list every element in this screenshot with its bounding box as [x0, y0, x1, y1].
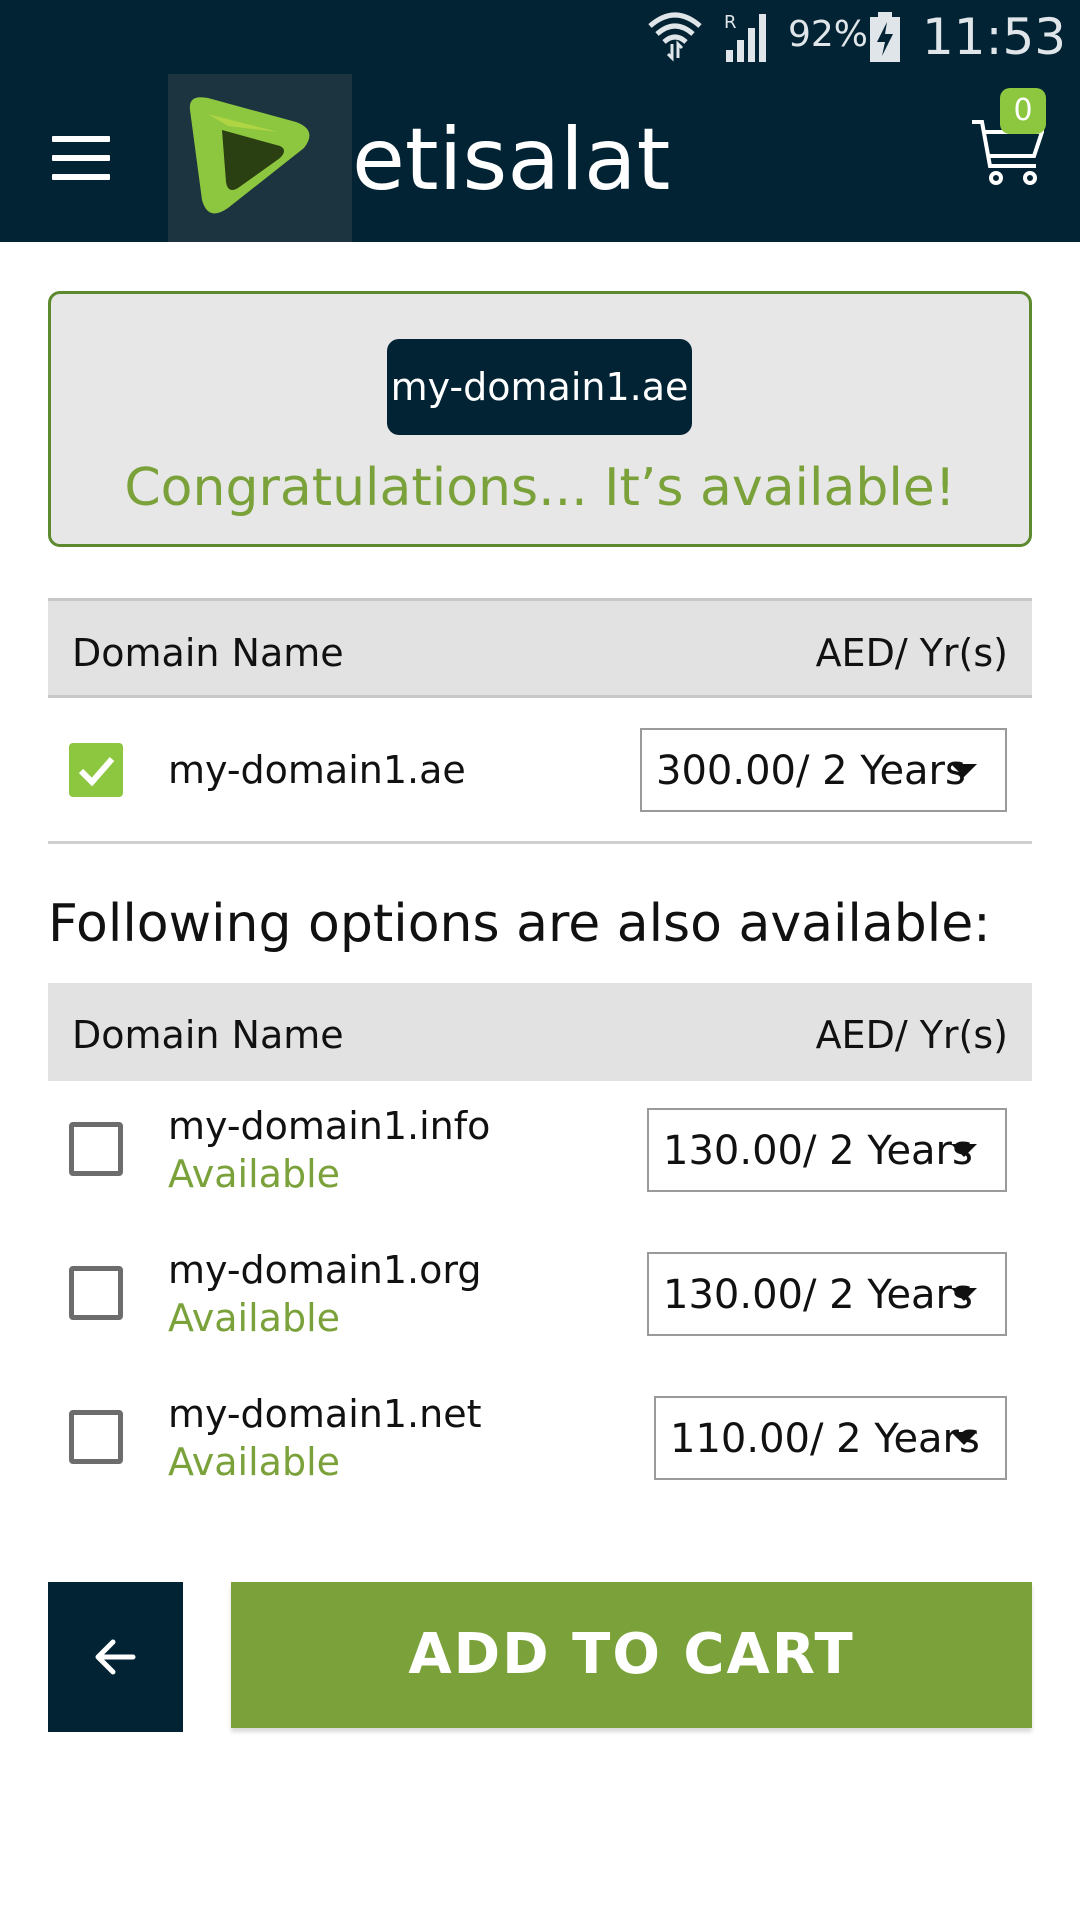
- chevron-down-icon: [951, 1432, 977, 1445]
- select-domain-checkbox[interactable]: [69, 743, 123, 797]
- menu-icon[interactable]: [52, 136, 112, 180]
- alt-domain-checkbox-org[interactable]: [69, 1266, 123, 1320]
- add-to-cart-button[interactable]: ADD TO CART: [231, 1582, 1032, 1728]
- selected-domain-name: my-domain1.ae: [168, 748, 466, 792]
- battery-charging-icon: [870, 12, 900, 62]
- price-value: 110.00/ 2 Years: [670, 1416, 980, 1462]
- header-domain-name: Domain Name: [72, 1013, 344, 1057]
- cart-button[interactable]: 0: [970, 88, 1050, 200]
- alt-domain-name: my-domain1.net: [168, 1392, 482, 1436]
- status-bar: R 92% 11:53: [0, 0, 1080, 75]
- price-value: 130.00/ 2 Years: [663, 1272, 973, 1318]
- cart-count-badge: 0: [1000, 88, 1046, 134]
- wifi-icon: [648, 12, 702, 62]
- chevron-down-icon: [951, 764, 977, 777]
- alt-domain-checkbox-net[interactable]: [69, 1410, 123, 1464]
- alt-domain-checkbox-info[interactable]: [69, 1122, 123, 1176]
- price-value: 130.00/ 2 Years: [663, 1128, 973, 1174]
- alt-domain-name: my-domain1.org: [168, 1248, 482, 1292]
- divider: [48, 841, 1032, 844]
- alternatives-table-header: Domain Name AED/ Yr(s): [48, 983, 1032, 1081]
- searched-domain-chip: my-domain1.ae: [387, 339, 692, 435]
- chevron-down-icon: [951, 1288, 977, 1301]
- app-header: R 92% 11:53 etisalat 0: [0, 0, 1080, 242]
- arrow-left-icon: [95, 1639, 136, 1675]
- roaming-indicator: R: [724, 12, 737, 33]
- availability-message: Congratulations... It’s available!: [124, 458, 956, 518]
- alternatives-title: Following options are also available:: [48, 894, 991, 954]
- alt-domain-price-dropdown-org[interactable]: 130.00/ 2 Years: [647, 1252, 1007, 1336]
- brand-name: etisalat: [352, 110, 671, 210]
- checkmark-icon: [78, 757, 115, 787]
- etisalat-logo: [168, 74, 352, 242]
- alt-domain-status: Available: [168, 1152, 341, 1196]
- battery-percent: 92%: [788, 14, 869, 55]
- price-value: 300.00/ 2 Years: [656, 748, 966, 794]
- clock: 11:53: [922, 8, 1067, 66]
- alt-domain-status: Available: [168, 1440, 341, 1484]
- alt-domain-price-dropdown-info[interactable]: 130.00/ 2 Years: [647, 1108, 1007, 1192]
- table-header: Domain Name AED/ Yr(s): [48, 598, 1032, 698]
- signal-icon: R: [724, 12, 766, 62]
- header-price: AED/ Yr(s): [815, 631, 1008, 675]
- header-domain-name: Domain Name: [72, 631, 344, 675]
- alt-domain-name: my-domain1.info: [168, 1104, 491, 1148]
- alt-domain-price-dropdown-net[interactable]: 110.00/ 2 Years: [654, 1396, 1007, 1480]
- header-price: AED/ Yr(s): [815, 1013, 1008, 1057]
- alt-domain-status: Available: [168, 1296, 341, 1340]
- chevron-down-icon: [951, 1144, 977, 1157]
- back-button[interactable]: [48, 1582, 183, 1732]
- selected-domain-price-dropdown[interactable]: 300.00/ 2 Years: [640, 728, 1007, 812]
